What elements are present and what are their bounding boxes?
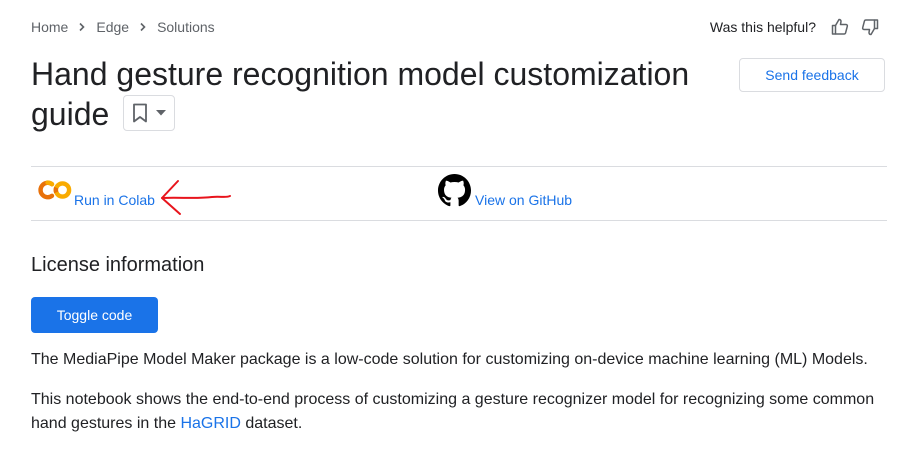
chevron-right-icon: [129, 17, 157, 37]
paragraph-notebook-text: This notebook shows the end-to-end proce…: [31, 391, 875, 432]
github-logo-icon[interactable]: [438, 174, 471, 207]
breadcrumb-solutions[interactable]: Solutions: [157, 19, 215, 35]
page-title: Hand gesture recognition model customiza…: [31, 54, 721, 135]
thumb-up-icon[interactable]: [828, 15, 852, 39]
breadcrumb: Home Edge Solutions: [31, 17, 215, 37]
divider: [31, 220, 887, 221]
paragraph-intro: The MediaPipe Model Maker package is a l…: [31, 351, 868, 368]
bookmark-icon: [132, 103, 148, 123]
breadcrumb-edge[interactable]: Edge: [96, 19, 129, 35]
bookmark-button[interactable]: [123, 94, 176, 131]
toggle-code-button[interactable]: Toggle code: [31, 297, 158, 333]
hagrid-link[interactable]: HaGRID: [180, 415, 240, 432]
red-arrow-annotation: [158, 176, 234, 218]
send-feedback-button[interactable]: Send feedback: [739, 58, 885, 92]
colab-logo-icon[interactable]: [38, 178, 74, 202]
chevron-right-icon: [68, 17, 96, 37]
view-on-github-link[interactable]: View on GitHub: [475, 192, 572, 208]
helpful-feedback: Was this helpful?: [710, 15, 882, 39]
helpful-label: Was this helpful?: [709, 19, 816, 35]
thumb-down-icon[interactable]: [858, 15, 882, 39]
section-heading-license: License information: [31, 254, 205, 276]
divider: [31, 166, 887, 167]
paragraph-notebook: This notebook shows the end-to-end proce…: [31, 388, 891, 436]
caret-down-icon: [156, 109, 167, 116]
paragraph-notebook-tail: dataset.: [245, 415, 303, 432]
breadcrumb-home[interactable]: Home: [31, 19, 68, 35]
run-in-colab-link[interactable]: Run in Colab: [74, 192, 155, 208]
